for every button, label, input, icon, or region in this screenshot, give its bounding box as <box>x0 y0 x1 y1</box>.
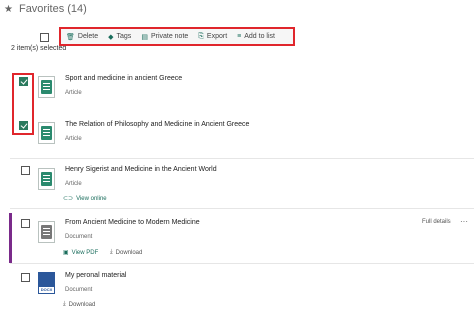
item-title[interactable]: From Ancient Medicine to Modern Medicine <box>65 219 200 226</box>
item-checkbox[interactable] <box>21 219 30 228</box>
add-to-list-button-label: Add to list <box>244 33 275 40</box>
view-online-link[interactable]: ⊂⊃ View online <box>63 195 107 203</box>
docx-label: DOCX <box>40 287 53 292</box>
view-pdf-link[interactable]: ▣ View PDF <box>63 249 99 257</box>
item-type: Document <box>65 287 93 293</box>
link-icon: ⊂⊃ <box>63 196 74 202</box>
tags-button[interactable]: ◆ Tags <box>103 29 136 44</box>
item-title[interactable]: Henry Sigerist and Medicine in the Ancie… <box>65 166 217 173</box>
download-icon: ⤓ <box>110 249 113 255</box>
full-details-link[interactable]: Full details <box>422 219 451 225</box>
view-pdf-label: View PDF <box>71 249 99 256</box>
item-type: Article <box>65 181 82 187</box>
delete-button[interactable]: 🗑 Delete <box>61 29 103 44</box>
item-checkbox[interactable] <box>21 166 30 175</box>
trash-icon: 🗑 <box>66 33 75 41</box>
page-title-text: Favorites (14) <box>18 3 87 15</box>
download-icon: ⤓ <box>63 301 66 307</box>
article-icon <box>38 76 55 98</box>
download-label: Download <box>68 301 96 308</box>
download-link[interactable]: ⤓ Download <box>63 301 95 308</box>
export-icon: ⎘ <box>198 32 204 40</box>
selected-count: 2 item(s) selected <box>11 45 67 52</box>
article-icon <box>38 168 55 190</box>
selected-items-highlight <box>12 73 34 135</box>
bulk-action-toolbar: 🗑 Delete ◆ Tags ▤ Private note ⎘ Export … <box>59 27 295 46</box>
tag-icon: ◆ <box>108 33 114 41</box>
page-title: ★ Favorites (14) <box>4 3 87 15</box>
private-note-button[interactable]: ▤ Private note <box>136 29 193 44</box>
export-button-label: Export <box>206 33 228 40</box>
download-label: Download <box>115 249 143 256</box>
download-link[interactable]: ⤓ Download <box>110 249 142 256</box>
more-options-button[interactable]: ··· <box>460 217 468 226</box>
delete-button-label: Delete <box>77 33 99 40</box>
item-type: Article <box>65 136 82 142</box>
view-online-label: View online <box>76 195 107 202</box>
item-type: Article <box>65 90 82 96</box>
item-title[interactable]: My peronal material <box>65 272 126 279</box>
note-icon: ▤ <box>141 33 148 41</box>
pdf-icon: ▣ <box>63 250 69 256</box>
item-type: Document <box>65 234 93 240</box>
document-icon <box>38 221 55 243</box>
docx-file-icon: DOCX <box>38 272 55 294</box>
star-icon: ★ <box>4 3 13 15</box>
list-add-icon: ≡ <box>237 33 242 40</box>
export-button[interactable]: ⎘ Export <box>193 29 232 44</box>
select-all-checkbox[interactable] <box>40 33 49 42</box>
add-to-list-button[interactable]: ≡ Add to list <box>232 29 280 44</box>
item-checkbox[interactable] <box>21 273 30 282</box>
list-item <box>10 66 474 112</box>
tags-button-label: Tags <box>116 33 132 40</box>
item-title[interactable]: The Relation of Philosophy and Medicine … <box>65 121 249 128</box>
private-note-button-label: Private note <box>150 33 189 40</box>
item-title[interactable]: Sport and medicine in ancient Greece <box>65 75 182 82</box>
article-icon <box>38 122 55 144</box>
